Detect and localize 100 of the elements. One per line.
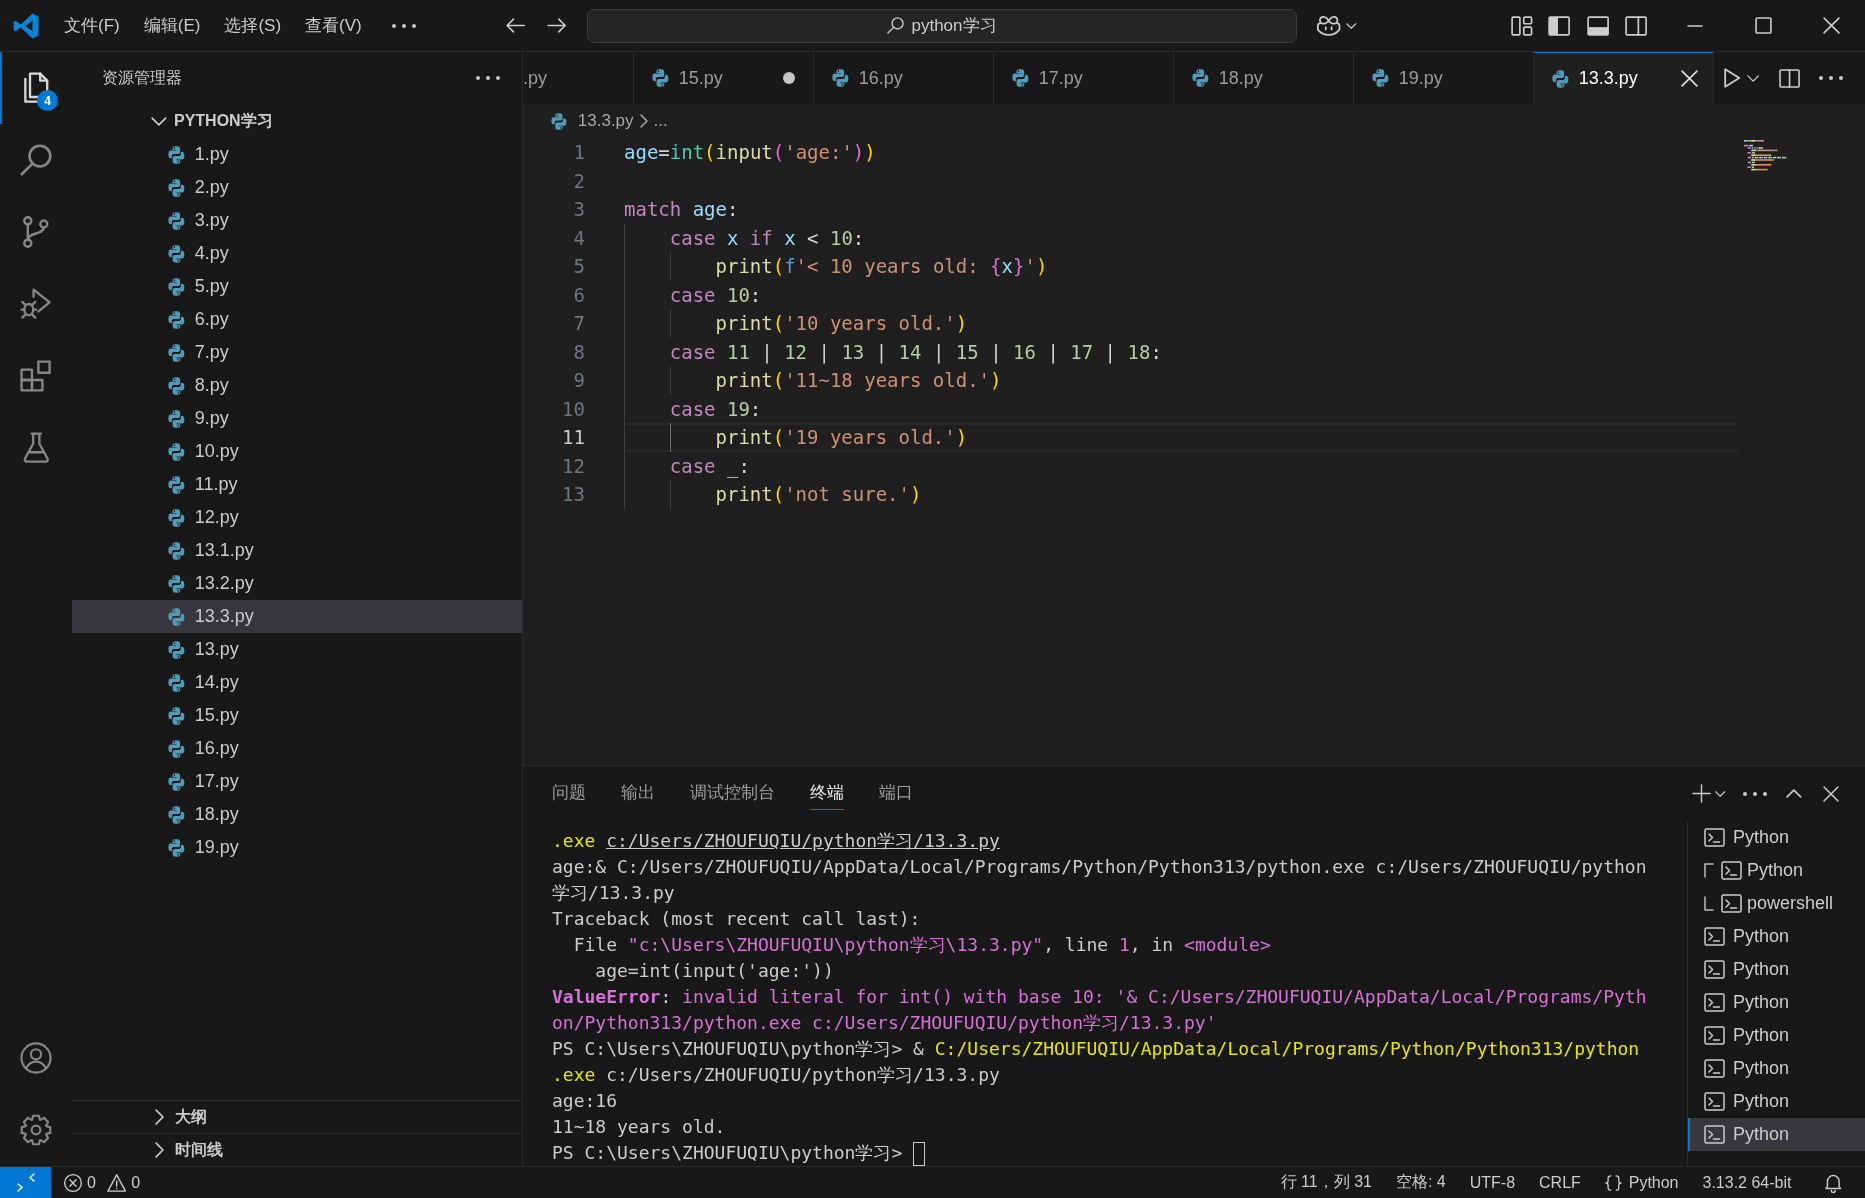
terminal-link[interactable]: c:/Users/ZHOUFUQIU/python学习/13.3.py: [606, 830, 1000, 851]
code-line: match age:: [624, 197, 739, 222]
branch-icon[interactable]: [23, 216, 49, 248]
forward-arrow-icon[interactable]: [546, 18, 566, 33]
file-item[interactable]: 14.py: [72, 666, 522, 699]
file-item[interactable]: 8.py: [72, 369, 522, 402]
terminal-icon: [1721, 861, 1742, 880]
file-item[interactable]: 19.py: [72, 831, 522, 864]
panel-tab[interactable]: 终端: [810, 777, 844, 810]
right-panel-icon[interactable]: [1624, 15, 1647, 36]
status-item[interactable]: 3.13.2 64-bit: [1690, 1173, 1804, 1192]
terminal-list-item[interactable]: Python: [1688, 1118, 1865, 1151]
play-icon[interactable]: [1724, 68, 1741, 88]
status-item[interactable]: CRLF: [1527, 1173, 1593, 1192]
bell-icon[interactable]: [1825, 1173, 1842, 1192]
terminal-list-item[interactable]: Python: [1688, 821, 1865, 854]
terminal-list-item[interactable]: Python: [1688, 1019, 1865, 1052]
minimize-icon[interactable]: [1687, 24, 1703, 27]
back-arrow-icon[interactable]: [506, 18, 526, 33]
section-header[interactable]: 大纲: [72, 1100, 522, 1133]
editor-tab[interactable]: 13.3.py: [1534, 52, 1714, 104]
chevron-up-icon[interactable]: [1786, 789, 1802, 798]
more-icon[interactable]: [476, 76, 500, 80]
file-item[interactable]: 2.py: [72, 171, 522, 204]
file-type-icon: [168, 640, 185, 659]
file-item[interactable]: 16.py: [72, 732, 522, 765]
terminal-list-item[interactable]: powershell: [1688, 887, 1865, 920]
panel-tab[interactable]: 输出: [621, 777, 655, 810]
file-type-icon: [168, 178, 185, 197]
file-item[interactable]: 10.py: [72, 435, 522, 468]
file-item[interactable]: 9.py: [72, 402, 522, 435]
menu-item[interactable]: 查看(V): [293, 8, 374, 43]
problems-button[interactable]: 0 0: [64, 1173, 141, 1192]
files-icon[interactable]: [23, 72, 49, 104]
terminal-line: age:16: [552, 1089, 619, 1113]
search-icon[interactable]: [20, 144, 52, 176]
close-icon[interactable]: [1823, 785, 1839, 802]
terminal-list-item[interactable]: Python: [1688, 1052, 1865, 1085]
file-item[interactable]: 6.py: [72, 303, 522, 336]
breadcrumb-item[interactable]: 13.3.py: [551, 111, 634, 131]
file-type-icon: [168, 772, 185, 791]
play-bug-icon[interactable]: [20, 288, 52, 320]
terminal-list-item[interactable]: Python: [1688, 986, 1865, 1019]
panel-tab[interactable]: 端口: [879, 777, 913, 810]
file-type-icon: [1192, 69, 1209, 87]
chevron-down-icon[interactable]: [1714, 790, 1726, 797]
plus-icon[interactable]: [1691, 784, 1711, 803]
status-item[interactable]: 行 11，列 31: [1268, 1172, 1384, 1193]
menu-item[interactable]: 选择(S): [212, 8, 294, 43]
status-item[interactable]: 空格: 4: [1383, 1172, 1458, 1193]
split-editor-icon[interactable]: [1778, 68, 1800, 88]
left-panel-icon[interactable]: [1548, 15, 1571, 36]
terminal-list-item[interactable]: Python: [1688, 1085, 1865, 1118]
more-icon[interactable]: [391, 23, 416, 28]
maximize-icon[interactable]: [1754, 17, 1772, 34]
file-type-icon: [551, 112, 567, 130]
command-center[interactable]: python学习: [587, 8, 1297, 43]
terminal-list-item[interactable]: Python: [1688, 854, 1865, 887]
file-type-icon: [168, 343, 185, 362]
status-item[interactable]: UTF-8: [1457, 1173, 1528, 1192]
file-item[interactable]: 12.py: [72, 501, 522, 534]
file-item[interactable]: 13.1.py: [72, 534, 522, 567]
file-item[interactable]: 7.py: [72, 336, 522, 369]
chevron-down-icon[interactable]: [1346, 22, 1357, 29]
robot-icon[interactable]: [1317, 15, 1341, 36]
file-item[interactable]: 13.3.py: [72, 600, 522, 633]
panel-tab[interactable]: 问题: [552, 777, 586, 810]
terminal-list-item[interactable]: Python: [1688, 920, 1865, 953]
settings-icon[interactable]: [20, 1114, 52, 1146]
folder-header[interactable]: PYTHON学习: [72, 104, 522, 138]
panel-tab[interactable]: 调试控制台: [690, 777, 775, 810]
chevron-down-icon[interactable]: [1747, 74, 1760, 82]
file-item[interactable]: 18.py: [72, 798, 522, 831]
close-icon[interactable]: [1822, 17, 1840, 34]
status-item[interactable]: Python: [1592, 1173, 1691, 1192]
line-number: 12: [561, 453, 585, 479]
more-icon[interactable]: [1818, 76, 1843, 80]
file-item[interactable]: 17.py: [72, 765, 522, 798]
file-item[interactable]: 11.py: [72, 468, 522, 501]
file-item[interactable]: 1.py: [72, 138, 522, 171]
more-icon[interactable]: [1743, 791, 1768, 796]
editor-tab[interactable]: .py: [523, 52, 634, 104]
file-item[interactable]: 15.py: [72, 699, 522, 732]
bottom-panel-icon[interactable]: [1586, 15, 1609, 36]
code-line: case x if x < 10:: [669, 225, 865, 251]
file-item[interactable]: 4.py: [72, 237, 522, 270]
code-line: case _:: [669, 453, 750, 480]
close-icon[interactable]: [1681, 70, 1698, 87]
menu-item[interactable]: 编辑(E): [131, 8, 213, 43]
file-item[interactable]: 5.py: [72, 270, 522, 303]
blocks-icon[interactable]: [20, 360, 52, 392]
account-icon[interactable]: [20, 1042, 52, 1074]
file-item[interactable]: 13.2.py: [72, 567, 522, 600]
layout-icon[interactable]: [1510, 15, 1533, 36]
file-item[interactable]: 13.py: [72, 633, 522, 666]
breadcrumb-item[interactable]: ...: [653, 111, 668, 131]
menu-item[interactable]: 文件(F): [52, 8, 132, 43]
file-item[interactable]: 3.py: [72, 204, 522, 237]
terminal-list-item[interactable]: Python: [1688, 953, 1865, 986]
flask-icon[interactable]: [22, 432, 50, 464]
